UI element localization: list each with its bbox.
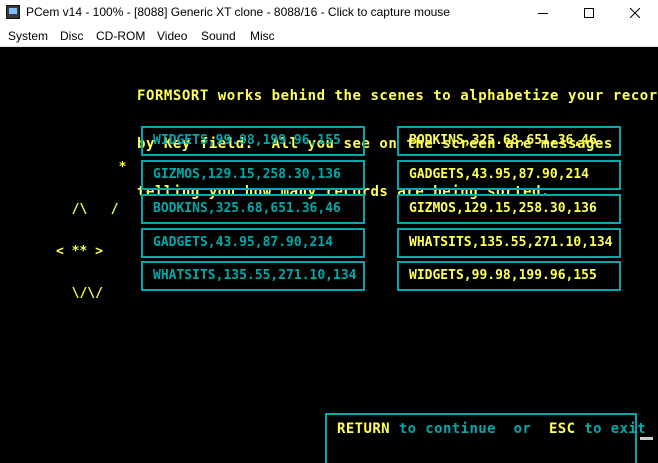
title-bar[interactable]: PCem v14 - 100% - [8088] Generic XT clon…	[0, 0, 658, 26]
menu-disc[interactable]: Disc	[60, 29, 83, 43]
ascii-line-1: *	[56, 160, 127, 175]
menu-bar: System Disc CD-ROM Video Sound Misc	[0, 26, 658, 47]
sorted-record-box: GADGETS,43.95,87.90,214	[397, 160, 621, 190]
menu-misc[interactable]: Misc	[250, 29, 275, 43]
minimize-button[interactable]	[520, 0, 566, 26]
sorted-record: GIZMOS,129.15,258.30,136	[409, 201, 597, 216]
unsorted-record: WHATSITS,135.55,271.10,134	[153, 268, 357, 283]
menu-cdrom[interactable]: CD-ROM	[96, 29, 145, 43]
close-button[interactable]	[612, 0, 658, 26]
sorted-record: WIDGETS,99.98,199.96,155	[409, 268, 597, 283]
sorted-record: GADGETS,43.95,87.90,214	[409, 167, 590, 182]
unsorted-record: GIZMOS,129.15,258.30,136	[153, 167, 341, 182]
return-key-label[interactable]: RETURN	[337, 421, 390, 437]
unsorted-record: WIDGETS,99.98,199.96,155	[153, 133, 341, 148]
sorted-record: WHATSITS,135.55,271.10,134	[409, 235, 613, 250]
pcem-app-icon	[6, 5, 20, 19]
unsorted-record-box: WIDGETS,99.98,199.96,155	[141, 126, 365, 156]
text-cursor	[640, 437, 653, 440]
minimize-icon	[538, 8, 548, 18]
maximize-icon	[584, 8, 594, 18]
sorted-record-box: WHATSITS,135.55,271.10,134	[397, 228, 621, 258]
continue-prompt-box: RETURN to continue or ESC to exit	[325, 413, 646, 463]
menu-sound[interactable]: Sound	[201, 29, 236, 43]
continue-text: to continue	[389, 421, 514, 437]
menu-system[interactable]: System	[8, 29, 48, 43]
or-text: or	[513, 421, 532, 437]
unsorted-record: GADGETS,43.95,87.90,214	[153, 235, 334, 250]
maximize-button[interactable]	[566, 0, 612, 26]
ascii-line-2: /\ /	[56, 202, 119, 217]
unsorted-record-box: BODKINS,325.68,651.36,46	[141, 194, 365, 224]
menu-video[interactable]: Video	[157, 29, 187, 43]
sorted-record-box: WIDGETS,99.98,199.96,155	[397, 261, 621, 291]
unsorted-record-box: GADGETS,43.95,87.90,214	[141, 228, 365, 258]
sort-spinner-art: * /\ / < ** > \/\/	[56, 133, 126, 329]
emulator-screen[interactable]: FORMSORT works behind the scenes to alph…	[0, 47, 658, 463]
continue-prompt: RETURN to continue or ESC to exit	[337, 421, 646, 437]
unsorted-record-box: GIZMOS,129.15,258.30,136	[141, 160, 365, 190]
sorted-record-box: BODKINS,325.68,651.36,46	[397, 126, 621, 156]
sorted-record-box: GIZMOS,129.15,258.30,136	[397, 194, 621, 224]
unsorted-record-box: WHATSITS,135.55,271.10,134	[141, 261, 365, 291]
sorted-record: BODKINS,325.68,651.36,46	[409, 133, 597, 148]
exit-text: to exit	[575, 421, 647, 437]
esc-key-label[interactable]: ESC	[549, 421, 576, 437]
ascii-line-4: \/\/	[56, 286, 103, 301]
close-icon	[630, 8, 640, 18]
window-title: PCem v14 - 100% - [8088] Generic XT clon…	[26, 5, 450, 19]
ascii-line-3: < ** >	[56, 244, 103, 259]
unsorted-record: BODKINS,325.68,651.36,46	[153, 201, 341, 216]
intro-line-1: FORMSORT works behind the scenes to alph…	[137, 88, 658, 104]
